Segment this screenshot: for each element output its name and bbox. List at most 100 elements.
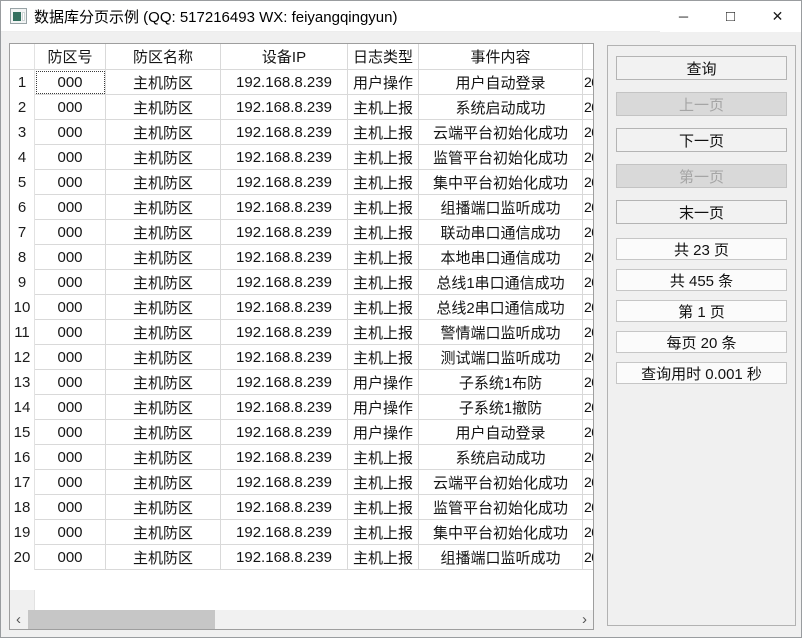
scroll-right-icon[interactable]: › bbox=[576, 610, 593, 629]
cell-zone-name[interactable]: 主机防区 bbox=[106, 420, 221, 445]
header-log-type[interactable]: 日志类型 bbox=[348, 44, 419, 70]
scrollbar-thumb[interactable] bbox=[28, 610, 215, 629]
cell-time-clipped[interactable]: 20 bbox=[583, 95, 593, 120]
cell-log-type[interactable]: 主机上报 bbox=[348, 470, 419, 495]
cell-device-ip[interactable]: 192.168.8.239 bbox=[221, 420, 348, 445]
cell-device-ip[interactable]: 192.168.8.239 bbox=[221, 520, 348, 545]
cell-event-content[interactable]: 系统启动成功 bbox=[419, 95, 583, 120]
row-number[interactable]: 9 bbox=[10, 270, 35, 295]
cell-time-clipped[interactable]: 20 bbox=[583, 420, 593, 445]
cell-zone-number[interactable]: 000 bbox=[35, 470, 106, 495]
cell-device-ip[interactable]: 192.168.8.239 bbox=[221, 295, 348, 320]
cell-event-content[interactable]: 系统启动成功 bbox=[419, 445, 583, 470]
cell-zone-number[interactable]: 000 bbox=[35, 345, 106, 370]
cell-zone-number[interactable]: 000 bbox=[35, 195, 106, 220]
cell-time-clipped[interactable]: 20 bbox=[583, 170, 593, 195]
cell-log-type[interactable]: 主机上报 bbox=[348, 495, 419, 520]
cell-log-type[interactable]: 用户操作 bbox=[348, 370, 419, 395]
cell-device-ip[interactable]: 192.168.8.239 bbox=[221, 70, 348, 95]
cell-time-clipped[interactable]: 20 bbox=[583, 270, 593, 295]
cell-device-ip[interactable]: 192.168.8.239 bbox=[221, 120, 348, 145]
cell-device-ip[interactable]: 192.168.8.239 bbox=[221, 470, 348, 495]
row-number[interactable]: 14 bbox=[10, 395, 35, 420]
cell-event-content[interactable]: 总线2串口通信成功 bbox=[419, 295, 583, 320]
cell-log-type[interactable]: 主机上报 bbox=[348, 145, 419, 170]
cell-time-clipped[interactable]: 20 bbox=[583, 495, 593, 520]
row-number[interactable]: 13 bbox=[10, 370, 35, 395]
cell-zone-name[interactable]: 主机防区 bbox=[106, 245, 221, 270]
cell-log-type[interactable]: 主机上报 bbox=[348, 95, 419, 120]
row-number[interactable]: 3 bbox=[10, 120, 35, 145]
horizontal-scrollbar[interactable]: ‹ › bbox=[10, 610, 593, 629]
cell-time-clipped[interactable]: 20 bbox=[583, 120, 593, 145]
cell-log-type[interactable]: 用户操作 bbox=[348, 395, 419, 420]
cell-time-clipped[interactable]: 20 bbox=[583, 70, 593, 95]
cell-time-clipped[interactable]: 20 bbox=[583, 320, 593, 345]
cell-log-type[interactable]: 主机上报 bbox=[348, 170, 419, 195]
cell-zone-number[interactable]: 000 bbox=[35, 520, 106, 545]
cell-event-content[interactable]: 云端平台初始化成功 bbox=[419, 120, 583, 145]
cell-device-ip[interactable]: 192.168.8.239 bbox=[221, 345, 348, 370]
cell-zone-number[interactable]: 000 bbox=[35, 95, 106, 120]
row-number[interactable]: 11 bbox=[10, 320, 35, 345]
cell-zone-number[interactable]: 000 bbox=[35, 295, 106, 320]
cell-device-ip[interactable]: 192.168.8.239 bbox=[221, 495, 348, 520]
cell-zone-number[interactable]: 000 bbox=[35, 145, 106, 170]
cell-zone-number[interactable]: 000 bbox=[35, 420, 106, 445]
row-number[interactable]: 1 bbox=[10, 70, 35, 95]
row-number[interactable]: 15 bbox=[10, 420, 35, 445]
table-corner-cell[interactable] bbox=[10, 44, 35, 70]
cell-zone-name[interactable]: 主机防区 bbox=[106, 220, 221, 245]
cell-log-type[interactable]: 主机上报 bbox=[348, 445, 419, 470]
cell-log-type[interactable]: 主机上报 bbox=[348, 120, 419, 145]
cell-event-content[interactable]: 组播端口监听成功 bbox=[419, 195, 583, 220]
cell-zone-name[interactable]: 主机防区 bbox=[106, 445, 221, 470]
cell-event-content[interactable]: 警情端口监听成功 bbox=[419, 320, 583, 345]
cell-device-ip[interactable]: 192.168.8.239 bbox=[221, 245, 348, 270]
row-number[interactable]: 6 bbox=[10, 195, 35, 220]
cell-zone-number[interactable]: 000 bbox=[35, 445, 106, 470]
cell-event-content[interactable]: 监管平台初始化成功 bbox=[419, 145, 583, 170]
cell-time-clipped[interactable]: 20 bbox=[583, 220, 593, 245]
cell-zone-number[interactable]: 000 bbox=[35, 220, 106, 245]
header-zone-number[interactable]: 防区号 bbox=[35, 44, 106, 70]
cell-log-type[interactable]: 主机上报 bbox=[348, 320, 419, 345]
cell-zone-name[interactable]: 主机防区 bbox=[106, 170, 221, 195]
cell-zone-name[interactable]: 主机防区 bbox=[106, 145, 221, 170]
header-time-clipped[interactable] bbox=[583, 44, 593, 70]
cell-device-ip[interactable]: 192.168.8.239 bbox=[221, 445, 348, 470]
scroll-left-icon[interactable]: ‹ bbox=[10, 610, 27, 629]
cell-zone-name[interactable]: 主机防区 bbox=[106, 395, 221, 420]
cell-zone-number[interactable]: 000 bbox=[35, 370, 106, 395]
cell-zone-name[interactable]: 主机防区 bbox=[106, 545, 221, 570]
cell-zone-name[interactable]: 主机防区 bbox=[106, 270, 221, 295]
cell-device-ip[interactable]: 192.168.8.239 bbox=[221, 545, 348, 570]
cell-time-clipped[interactable]: 20 bbox=[583, 470, 593, 495]
cell-zone-name[interactable]: 主机防区 bbox=[106, 120, 221, 145]
query-button[interactable]: 查询 bbox=[616, 56, 787, 80]
cell-time-clipped[interactable]: 20 bbox=[583, 395, 593, 420]
cell-device-ip[interactable]: 192.168.8.239 bbox=[221, 170, 348, 195]
cell-device-ip[interactable]: 192.168.8.239 bbox=[221, 145, 348, 170]
row-number[interactable]: 7 bbox=[10, 220, 35, 245]
cell-log-type[interactable]: 主机上报 bbox=[348, 270, 419, 295]
cell-log-type[interactable]: 主机上报 bbox=[348, 220, 419, 245]
cell-event-content[interactable]: 集中平台初始化成功 bbox=[419, 520, 583, 545]
row-number[interactable]: 10 bbox=[10, 295, 35, 320]
cell-event-content[interactable]: 子系统1布防 bbox=[419, 370, 583, 395]
cell-time-clipped[interactable]: 20 bbox=[583, 295, 593, 320]
cell-log-type[interactable]: 主机上报 bbox=[348, 295, 419, 320]
cell-zone-name[interactable]: 主机防区 bbox=[106, 370, 221, 395]
cell-zone-number[interactable]: 000 bbox=[35, 170, 106, 195]
cell-zone-name[interactable]: 主机防区 bbox=[106, 95, 221, 120]
cell-log-type[interactable]: 主机上报 bbox=[348, 245, 419, 270]
cell-device-ip[interactable]: 192.168.8.239 bbox=[221, 270, 348, 295]
cell-zone-name[interactable]: 主机防区 bbox=[106, 495, 221, 520]
close-icon[interactable]: ✕ bbox=[754, 1, 801, 32]
cell-time-clipped[interactable]: 20 bbox=[583, 195, 593, 220]
cell-event-content[interactable]: 监管平台初始化成功 bbox=[419, 495, 583, 520]
row-number[interactable]: 12 bbox=[10, 345, 35, 370]
cell-event-content[interactable]: 用户自动登录 bbox=[419, 420, 583, 445]
row-number[interactable]: 4 bbox=[10, 145, 35, 170]
cell-time-clipped[interactable]: 20 bbox=[583, 370, 593, 395]
